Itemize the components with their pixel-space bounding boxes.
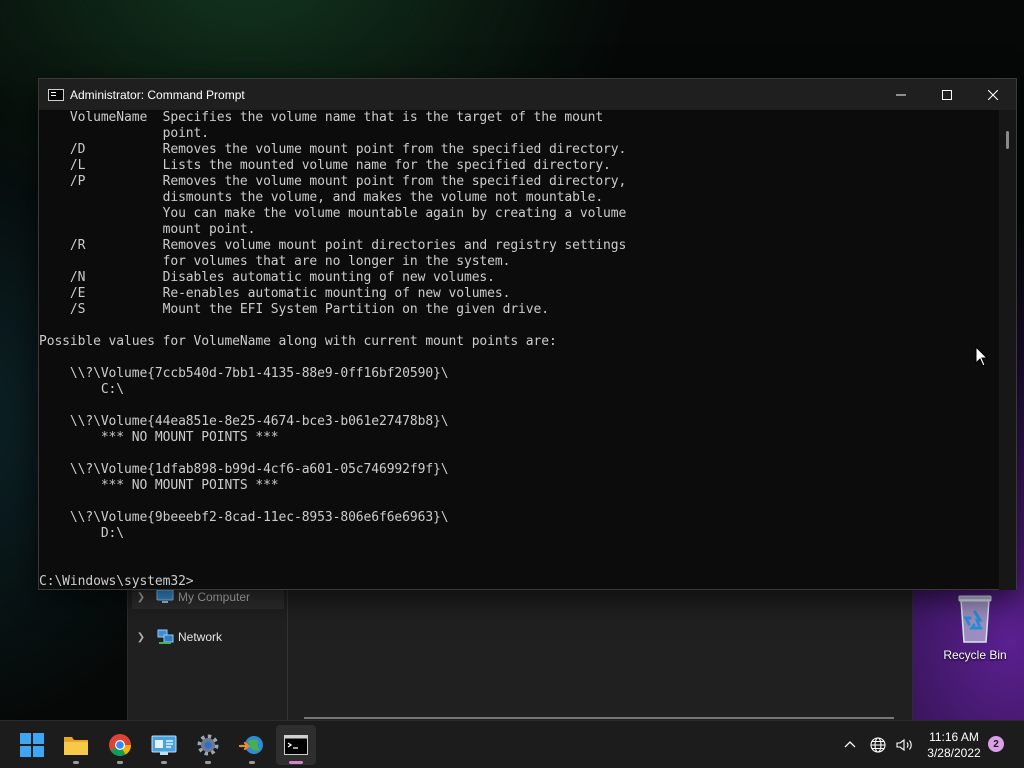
system-tray xyxy=(838,721,916,768)
minimize-icon xyxy=(896,94,906,95)
taskbar-file-explorer[interactable] xyxy=(56,725,96,765)
monitor-icon xyxy=(156,589,174,603)
running-indicator xyxy=(205,761,211,764)
window-controls xyxy=(878,79,1016,110)
recycle-bin-desktop-icon[interactable]: Recycle Bin xyxy=(938,592,1012,662)
chevron-right-icon[interactable]: ❯ xyxy=(132,592,150,603)
start-button[interactable] xyxy=(12,725,52,765)
console-text: VolumeName Specifies the volume name tha… xyxy=(39,110,627,589)
nav-item-label: My Computer xyxy=(178,590,251,604)
taskbar-clock[interactable]: 11:16 AM 3/28/2022 xyxy=(918,729,990,761)
window-title: Administrator: Command Prompt xyxy=(70,87,245,102)
terminal-icon xyxy=(284,735,308,755)
command-prompt-window[interactable]: Administrator: Command Prompt VolumeName… xyxy=(38,78,1017,590)
taskbar: 11:16 AM 3/28/2022 xyxy=(0,720,1024,768)
nav-item-label: Network xyxy=(178,630,223,644)
chevron-right-icon[interactable]: ❯ xyxy=(132,632,150,643)
clock-date: 3/28/2022 xyxy=(927,746,981,760)
taskbar-network-app[interactable] xyxy=(232,725,272,765)
close-icon xyxy=(988,89,998,100)
recycle-bin-icon xyxy=(958,595,992,643)
globe-arrow-icon xyxy=(239,736,263,754)
taskbar-settings[interactable] xyxy=(188,725,228,765)
maximize-button[interactable] xyxy=(924,79,970,110)
minimize-button[interactable] xyxy=(878,79,924,110)
running-indicator xyxy=(73,761,79,764)
globe-icon[interactable] xyxy=(866,733,890,757)
file-explorer-window: ❯ My Computer ❯ Network xyxy=(127,585,913,720)
nav-item-network[interactable]: ❯ Network xyxy=(132,625,284,649)
volume-icon[interactable] xyxy=(892,733,916,757)
clock-time: 11:16 AM xyxy=(929,730,979,744)
running-indicator xyxy=(117,761,123,764)
notification-badge[interactable]: 2 xyxy=(988,736,1004,752)
horizontal-scrollbar[interactable] xyxy=(304,717,894,719)
explorer-navigation-pane: ❯ My Computer ❯ Network xyxy=(128,585,288,720)
title-bar[interactable]: Administrator: Command Prompt xyxy=(39,79,1016,110)
chrome-icon xyxy=(109,734,131,756)
vertical-scrollbar[interactable] xyxy=(999,110,1016,590)
windows-logo-icon xyxy=(20,733,44,757)
running-indicator xyxy=(161,761,167,764)
mouse-cursor-icon xyxy=(975,346,989,367)
recycle-bin-label: Recycle Bin xyxy=(943,648,1007,662)
taskbar-chrome[interactable] xyxy=(100,725,140,765)
command-prompt-icon xyxy=(48,88,64,101)
gear-icon xyxy=(197,734,219,756)
folder-icon xyxy=(64,737,88,755)
running-indicator xyxy=(249,761,255,764)
control-panel-icon xyxy=(151,735,177,755)
taskbar-command-prompt[interactable] xyxy=(276,725,316,765)
chevron-up-icon[interactable] xyxy=(838,733,862,757)
close-button[interactable] xyxy=(970,79,1016,110)
taskbar-control-panel[interactable] xyxy=(144,725,184,765)
console-output[interactable]: VolumeName Specifies the volume name tha… xyxy=(39,110,1001,590)
maximize-icon xyxy=(942,89,952,100)
scrollbar-thumb[interactable] xyxy=(1006,131,1009,149)
active-indicator xyxy=(289,761,303,764)
network-icon xyxy=(157,629,174,644)
